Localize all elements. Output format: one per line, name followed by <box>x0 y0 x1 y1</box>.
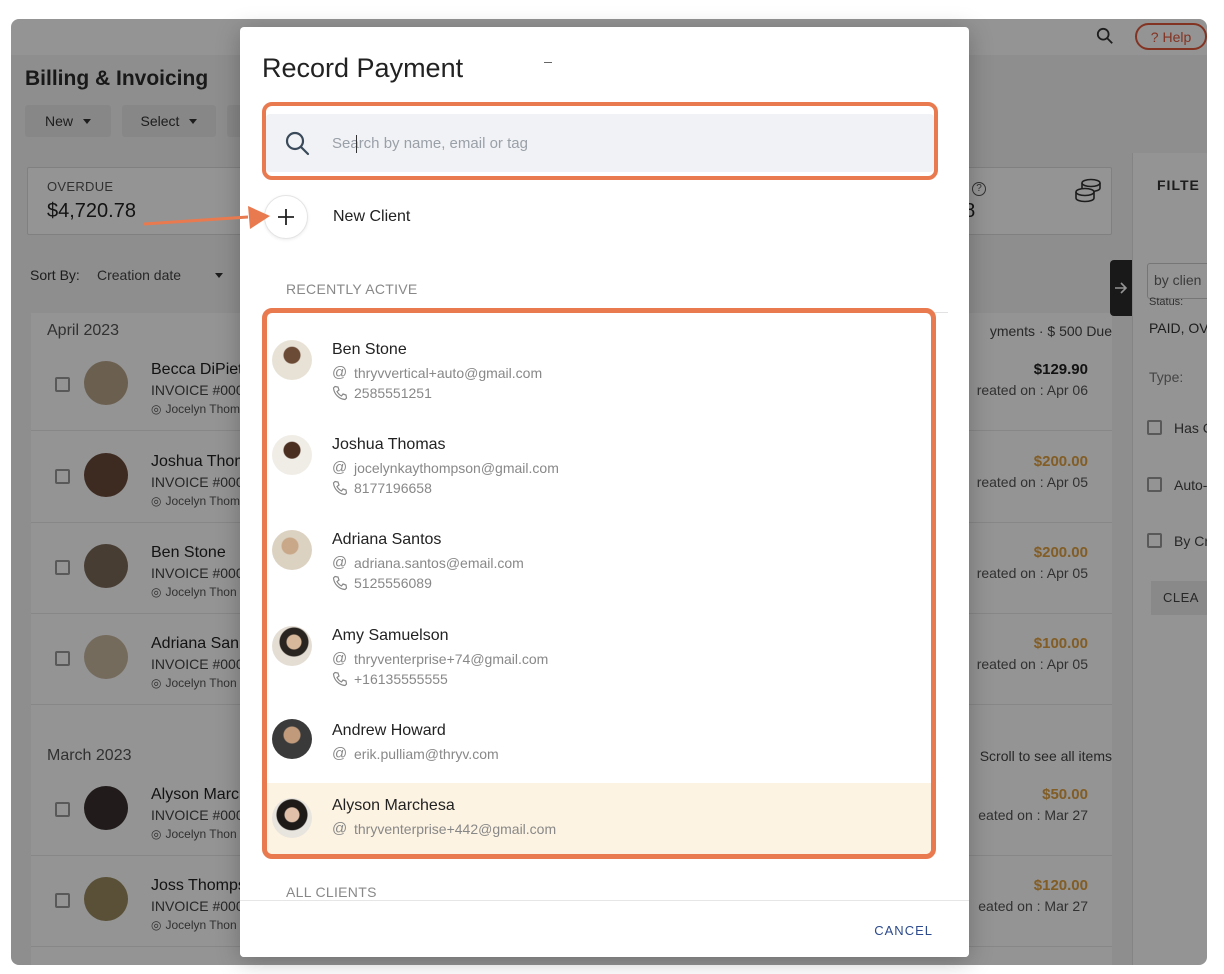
at-icon: @ <box>332 650 348 667</box>
client-phone-text: 5125556089 <box>354 575 432 591</box>
recently-active-label: RECENTLY ACTIVE <box>286 281 418 297</box>
at-icon: @ <box>332 364 348 381</box>
phone-icon <box>332 385 348 401</box>
client-phone-text: +16135555555 <box>354 671 448 687</box>
client-search-highlight <box>262 102 938 180</box>
cancel-button[interactable]: CANCEL <box>874 923 933 938</box>
client-email-text: thryventerprise+74@gmail.com <box>354 650 549 667</box>
client-phone-text: 2585551251 <box>354 385 432 401</box>
client-email-text: thryventerprise+442@gmail.com <box>354 820 557 837</box>
client-email: @ jocelynkaythompson@gmail.com <box>332 459 559 476</box>
client-item[interactable]: Ben Stone @ thryvvertical+auto@gmail.com … <box>267 313 931 408</box>
client-name: Adriana Santos <box>332 531 442 548</box>
modal-footer: CANCEL <box>240 900 969 957</box>
client-email-text: thryvvertical+auto@gmail.com <box>354 364 543 381</box>
all-clients-label: ALL CLIENTS <box>286 884 377 900</box>
record-payment-modal: Record Payment New Client RECENTLY ACTIV… <box>240 27 969 957</box>
modal-title: Record Payment <box>262 53 464 83</box>
client-phone: 2585551251 <box>332 385 432 401</box>
client-search[interactable] <box>266 114 934 172</box>
client-item[interactable]: Joshua Thomas @ jocelynkaythompson@gmail.… <box>267 408 931 503</box>
client-item[interactable]: Andrew Howard @ erik.pulliam@thryv.com <box>267 694 931 769</box>
client-item[interactable]: Alyson Marchesa @ thryventerprise+442@gma… <box>267 783 931 854</box>
at-icon: @ <box>332 820 348 837</box>
client-item[interactable]: Amy Samuelson @ thryventerprise+74@gmail.… <box>267 599 931 694</box>
client-name: Ben Stone <box>332 341 407 358</box>
avatar <box>272 626 312 666</box>
text-cursor <box>356 135 357 153</box>
client-item[interactable]: Adriana Santos @ adriana.santos@email.com… <box>267 503 931 599</box>
client-email: @ adriana.santos@email.com <box>332 554 524 571</box>
client-phone: 5125556089 <box>332 575 432 591</box>
at-icon: @ <box>332 459 348 476</box>
avatar <box>272 719 312 759</box>
new-client-button[interactable] <box>264 195 308 239</box>
at-icon: @ <box>332 745 348 762</box>
recent-clients-highlight: Ben Stone @ thryvvertical+auto@gmail.com … <box>262 308 936 859</box>
minimize-icon <box>544 62 552 63</box>
client-email-text: adriana.santos@email.com <box>354 554 524 571</box>
avatar <box>272 340 312 380</box>
client-email-text: jocelynkaythompson@gmail.com <box>354 459 559 476</box>
plus-icon <box>278 209 294 225</box>
client-phone: +16135555555 <box>332 671 448 687</box>
avatar <box>272 798 312 838</box>
search-icon <box>285 131 310 156</box>
client-email: @ thryvvertical+auto@gmail.com <box>332 364 542 381</box>
client-email-text: erik.pulliam@thryv.com <box>354 745 499 762</box>
client-name: Andrew Howard <box>332 722 446 739</box>
client-email: @ thryventerprise+74@gmail.com <box>332 650 548 667</box>
client-email: @ thryventerprise+442@gmail.com <box>332 820 556 837</box>
client-name: Joshua Thomas <box>332 436 446 453</box>
phone-icon <box>332 480 348 496</box>
client-phone-text: 8177196658 <box>354 480 432 496</box>
avatar <box>272 435 312 475</box>
client-phone: 8177196658 <box>332 480 432 496</box>
at-icon: @ <box>332 554 348 571</box>
avatar <box>272 530 312 570</box>
client-search-input[interactable] <box>332 134 892 152</box>
new-client-label[interactable]: New Client <box>333 208 410 226</box>
phone-icon <box>332 671 348 687</box>
pointer-arrow-icon <box>144 206 270 229</box>
client-email: @ erik.pulliam@thryv.com <box>332 745 499 762</box>
client-name: Alyson Marchesa <box>332 797 455 814</box>
phone-icon <box>332 575 348 591</box>
client-name: Amy Samuelson <box>332 627 449 644</box>
